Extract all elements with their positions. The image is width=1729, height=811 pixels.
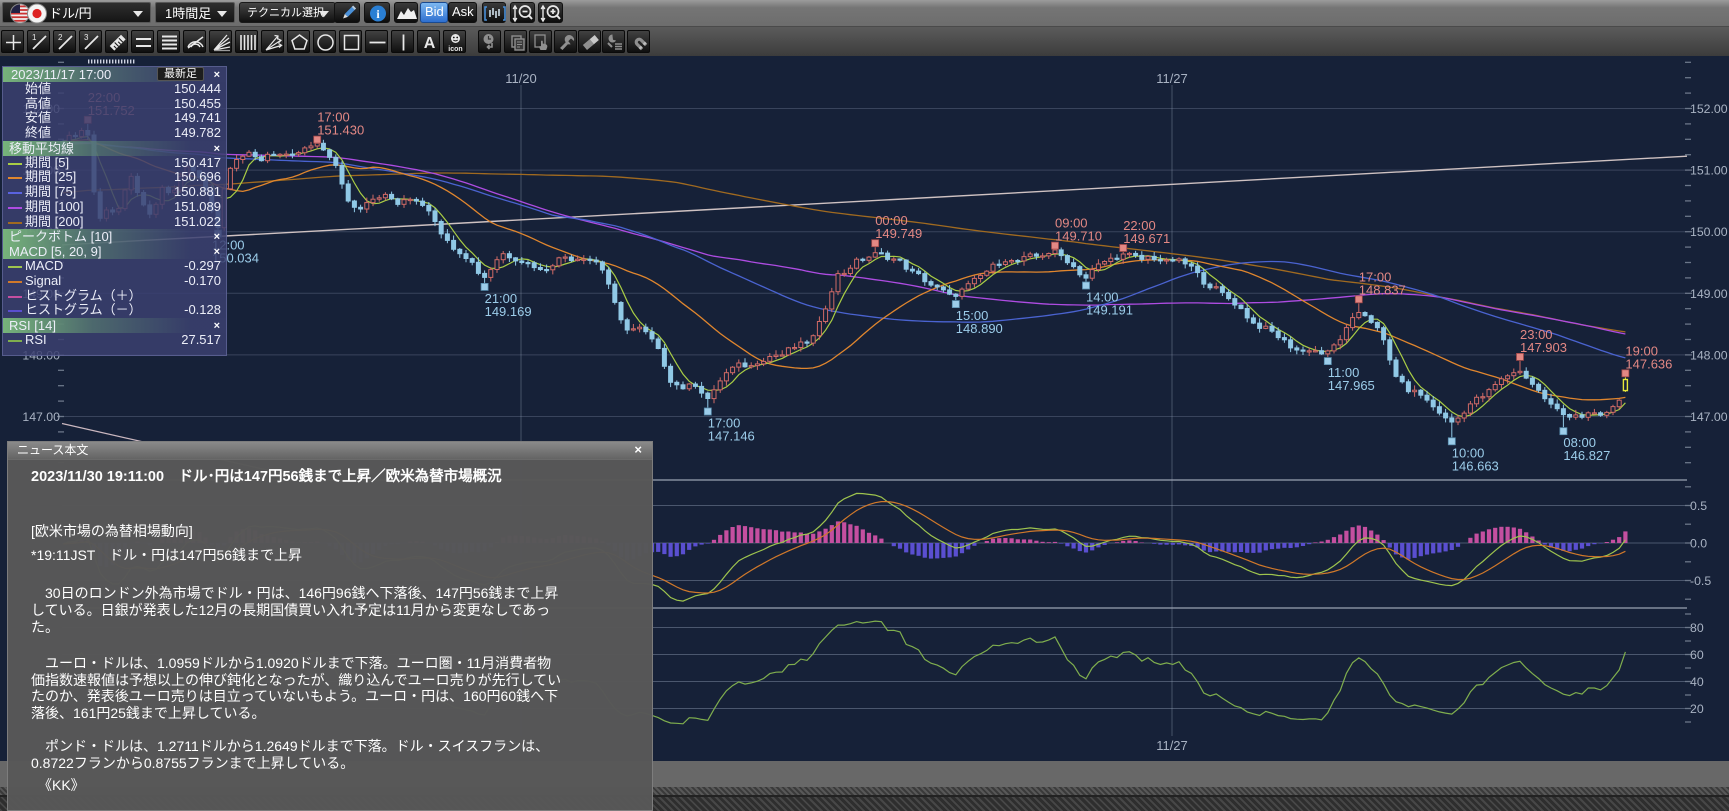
svg-text:0.5: 0.5 [1690,499,1707,513]
svg-text:147.636: 147.636 [1625,356,1672,371]
svg-text:151.430: 151.430 [317,123,364,138]
svg-text:147.903: 147.903 [1520,340,1567,355]
svg-text:147.00: 147.00 [1690,410,1728,424]
svg-text:0.0: 0.0 [1690,537,1707,551]
svg-text:1: 1 [32,33,37,42]
svg-text:A: A [424,35,436,52]
svg-text:20: 20 [1690,702,1704,716]
svg-text:148.00: 148.00 [1690,348,1728,362]
svg-text:149.00: 149.00 [1690,287,1728,301]
svg-text:3: 3 [84,33,89,42]
svg-text:11/27: 11/27 [1156,71,1188,86]
svg-text:147.146: 147.146 [708,429,755,444]
svg-text:146.827: 146.827 [1563,448,1610,463]
svg-text:11/27: 11/27 [1156,738,1188,753]
svg-text:40: 40 [1690,675,1704,689]
svg-text:147.00: 147.00 [22,410,60,424]
svg-text:149.710: 149.710 [1055,229,1102,244]
svg-text:2: 2 [58,33,63,42]
svg-text:11/20: 11/20 [505,71,537,86]
svg-text:148.837: 148.837 [1359,282,1406,297]
svg-text:149.169: 149.169 [485,304,532,319]
svg-text:80: 80 [1690,621,1704,635]
svg-text:150.00: 150.00 [1690,225,1728,239]
svg-text:149.749: 149.749 [875,226,922,241]
svg-text:147.965: 147.965 [1328,378,1375,393]
svg-text:151.00: 151.00 [1690,164,1728,178]
svg-text:60: 60 [1690,648,1704,662]
svg-text:icon: icon [448,46,462,53]
svg-text:-0.5: -0.5 [1690,574,1711,588]
svg-text:149.671: 149.671 [1123,231,1170,246]
svg-text:146.663: 146.663 [1452,458,1499,473]
svg-text:148.890: 148.890 [956,321,1003,336]
svg-text:149.191: 149.191 [1086,303,1133,318]
svg-text:152.00: 152.00 [1690,102,1728,116]
